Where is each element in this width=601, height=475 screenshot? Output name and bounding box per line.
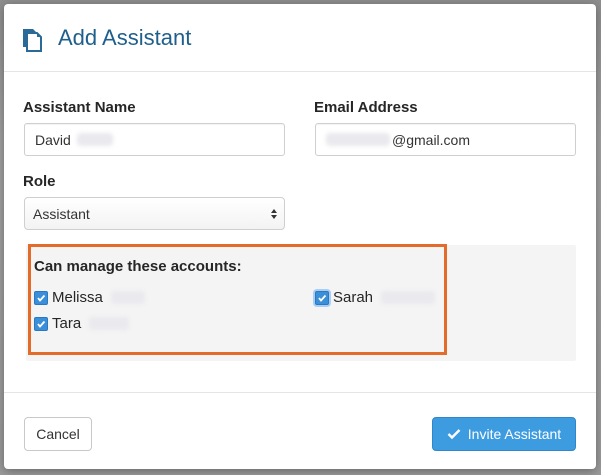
dialog-body: Assistant Name David Email Address @gmai… <box>4 73 596 393</box>
cancel-button[interactable]: Cancel <box>24 417 92 451</box>
document-copy-icon <box>18 24 46 52</box>
email-address-value: @gmail.com <box>392 131 471 148</box>
assistant-name-label: Assistant Name <box>23 99 136 116</box>
email-address-label: Email Address <box>314 99 418 116</box>
assistant-name-value: David <box>35 131 71 148</box>
redacted-surname <box>76 133 113 146</box>
invite-assistant-button[interactable]: Invite Assistant <box>432 417 576 451</box>
select-arrows-icon <box>270 206 278 222</box>
invite-assistant-label: Invite Assistant <box>467 426 562 442</box>
role-label: Role <box>23 173 56 190</box>
annotation-highlight-box <box>28 244 447 355</box>
dialog-footer: Cancel Invite Assistant <box>4 392 596 469</box>
redacted-email-user <box>326 133 390 146</box>
email-address-input[interactable]: @gmail.com <box>315 123 576 156</box>
role-select[interactable]: Assistant <box>24 197 285 230</box>
checkmark-icon <box>447 429 461 440</box>
dialog-header: Add Assistant <box>4 4 596 72</box>
add-assistant-dialog: Add Assistant Assistant Name David Email… <box>4 4 596 469</box>
dialog-title: Add Assistant <box>58 24 192 50</box>
role-selected-value: Assistant <box>33 205 90 222</box>
assistant-name-input[interactable]: David <box>24 123 285 156</box>
cancel-button-label: Cancel <box>36 426 80 442</box>
